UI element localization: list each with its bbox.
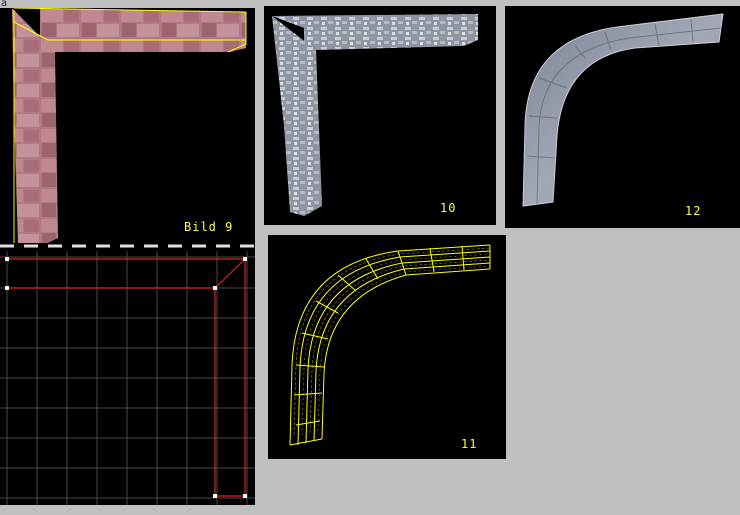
viewport-12[interactable]: 12 — [505, 6, 740, 228]
view-11-label: 11 — [461, 437, 478, 451]
viewport-11[interactable]: 11 — [268, 235, 506, 459]
bild-9-label: Bild 9 — [184, 220, 234, 234]
view-10-label: 10 — [440, 201, 457, 215]
view-12-label: 12 — [685, 204, 702, 218]
viewport-bild-9[interactable]: Bild 9 — [0, 8, 255, 244]
bild-9-render — [12, 8, 247, 244]
viewport-10[interactable]: 10 — [264, 6, 496, 225]
grid-render — [0, 251, 255, 505]
view-10-render — [272, 14, 478, 216]
view-12-render — [522, 13, 724, 207]
viewport-divider — [0, 243, 255, 251]
viewport-grid[interactable] — [0, 251, 255, 505]
view-11-render — [289, 244, 491, 446]
view-12-curved-wall — [522, 13, 724, 207]
view-11-wireframe — [289, 244, 491, 446]
